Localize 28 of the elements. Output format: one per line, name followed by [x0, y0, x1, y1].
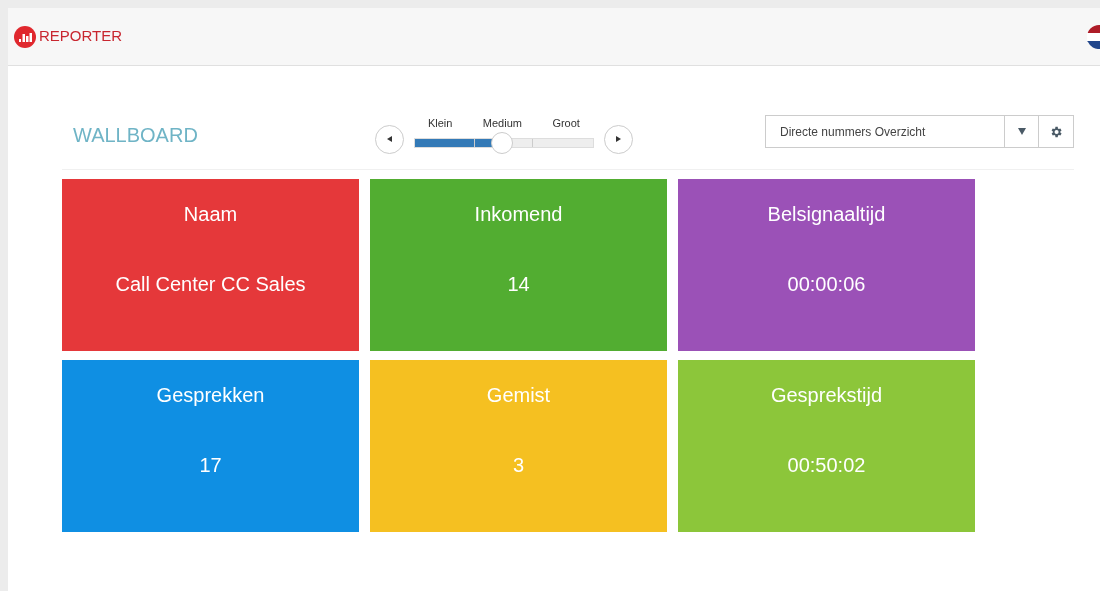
tile-value: 00:00:06 [787, 272, 866, 297]
tile-label: Gemist [486, 383, 551, 408]
tile-value: 17 [199, 453, 222, 478]
size-label: Klein [427, 116, 453, 132]
settings-icon [1049, 124, 1063, 139]
page-title: WALLBOARD [72, 122, 199, 148]
tile-label: Naam [183, 202, 238, 227]
logo-icon [14, 25, 36, 48]
tile-value: 00:50:02 [787, 453, 866, 478]
caret-icon [1017, 128, 1026, 135]
left-triangle-icon [386, 136, 392, 143]
slider-thumb[interactable] [491, 131, 514, 154]
right-triangle-icon [615, 136, 621, 143]
tile-label: Inkomend [474, 202, 563, 227]
view-select[interactable]: Directe nummers Overzicht [765, 115, 1005, 148]
tile-value: Call Center CC Sales [115, 272, 306, 297]
settings-button[interactable] [1039, 115, 1074, 148]
flag-icon[interactable] [1087, 24, 1100, 49]
tile-label: Belsignaaltijd [767, 202, 886, 227]
tile-value: 3 [512, 453, 525, 478]
size-label: Medium [482, 116, 522, 132]
dropdown-button[interactable] [1005, 115, 1039, 148]
logo-text: REPORTER [39, 26, 123, 47]
tile-label: Gesprekken [156, 383, 265, 408]
tile-label: Gesprekstijd [770, 383, 883, 408]
size-label: Groot [552, 116, 580, 132]
size-slider[interactable] [413, 131, 594, 154]
tile-value: 14 [507, 272, 530, 297]
